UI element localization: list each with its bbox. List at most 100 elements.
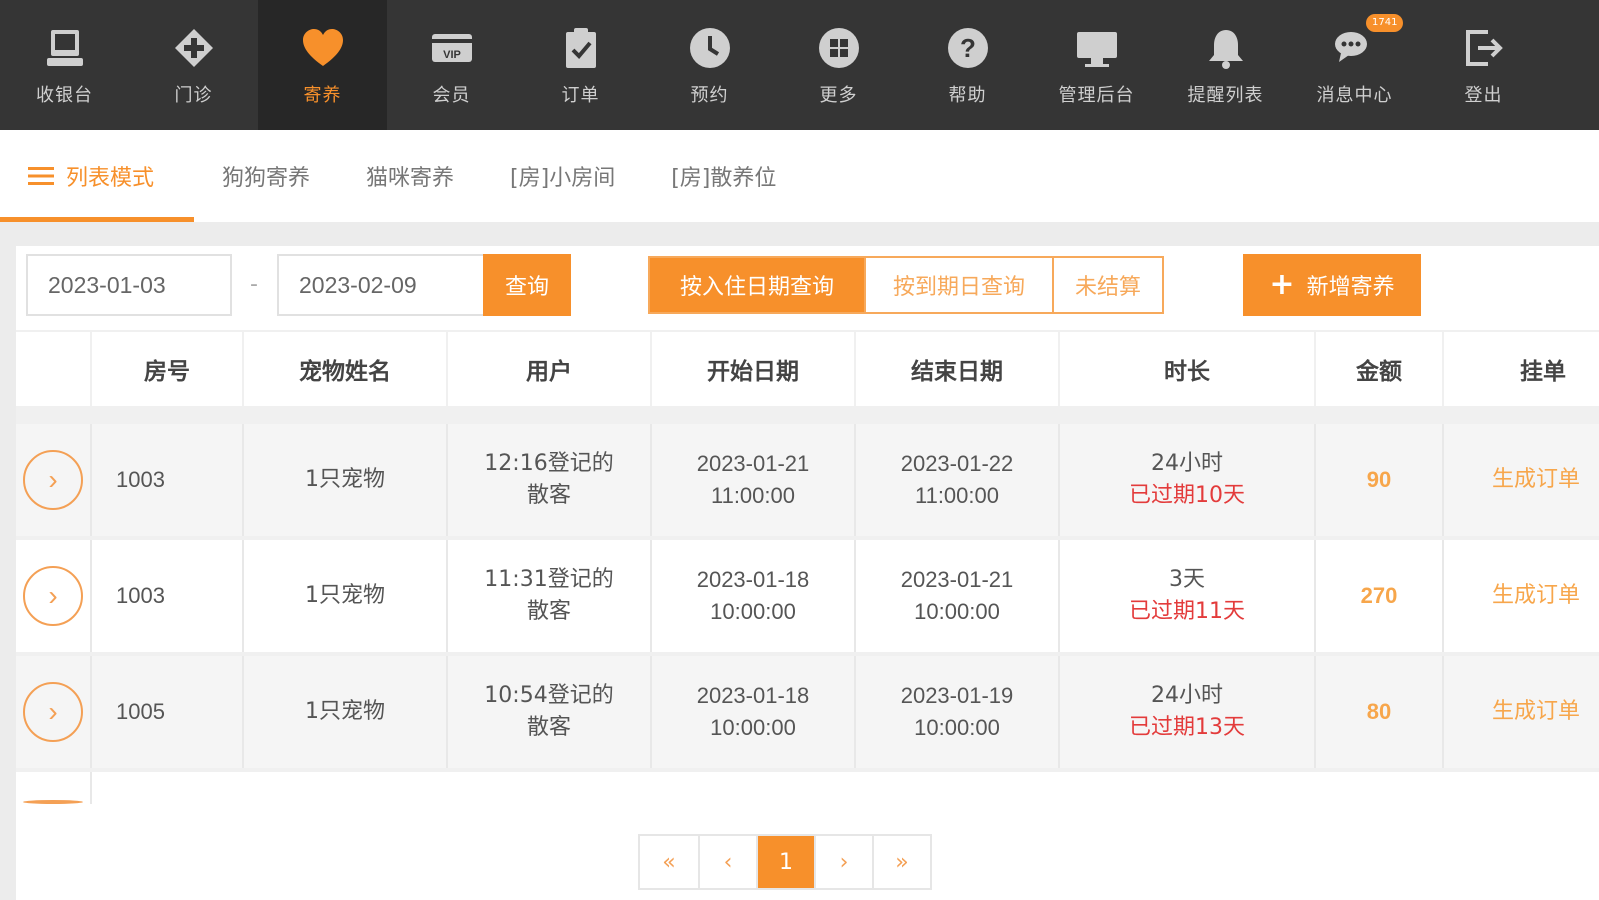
- expand-cell: ›: [16, 424, 92, 536]
- page-number-current[interactable]: 1: [756, 836, 814, 888]
- end-date-cell: 2023-01-22 11:00:00: [856, 424, 1060, 536]
- plus-icon: +: [1269, 267, 1295, 302]
- message-count-badge: 1741: [1366, 14, 1404, 32]
- start-time: 10:00:00: [710, 715, 796, 740]
- query-button[interactable]: 查询: [483, 254, 571, 316]
- end-date-cell: 2023-01-21 10:00:00: [856, 540, 1060, 652]
- expired-status: 已过期11天: [1129, 599, 1245, 624]
- boarding-list-panel: 2023-01-03 - 2023-02-09 查询 按入住日期查询 按到期日查…: [16, 246, 1599, 900]
- pet-name: 1只宠物: [244, 540, 448, 652]
- last-page-button[interactable]: »: [872, 836, 930, 888]
- expand-cell: ›: [16, 540, 92, 652]
- expand-row-icon[interactable]: ›: [23, 450, 83, 510]
- nav-item-logout[interactable]: 登出: [1419, 0, 1548, 130]
- svg-text:VIP: VIP: [443, 49, 461, 61]
- column-header-amount: 金额: [1316, 332, 1444, 406]
- end-time: 10:00:00: [914, 715, 1000, 740]
- start-date-input[interactable]: 2023-01-03: [26, 254, 232, 316]
- room-number: 1005: [92, 656, 244, 768]
- tab-cat-boarding[interactable]: 猫咪寄养: [338, 130, 482, 222]
- amount: 80: [1316, 656, 1444, 768]
- nav-item-clipboard[interactable]: 订单: [516, 0, 645, 130]
- nav-item-chat[interactable]: 消息中心 1741: [1290, 0, 1419, 130]
- end-date-input[interactable]: 2023-02-09: [277, 254, 487, 316]
- column-header-pet-name: 宠物姓名: [244, 332, 448, 406]
- pet-name: 1只宠物: [244, 656, 448, 768]
- pagination: « ‹ 1 › »: [638, 834, 932, 890]
- start-time: 10:00:00: [710, 599, 796, 624]
- nav-item-grid[interactable]: 更多: [774, 0, 903, 130]
- tab-label: [房]小房间: [510, 166, 616, 191]
- tab-label: 列表模式: [66, 166, 155, 191]
- user-cell: 10:54登记的 散客: [448, 656, 652, 768]
- end-time: 11:00:00: [914, 483, 999, 508]
- user-cell: 11:31登记的 散客: [448, 540, 652, 652]
- help-icon: ?: [943, 23, 993, 73]
- tab-free-range[interactable]: [房]散养位: [643, 130, 804, 222]
- nav-label: 订单: [561, 85, 600, 106]
- generate-order-link[interactable]: 生成订单: [1444, 540, 1599, 652]
- nav-item-vip-card[interactable]: VIP 会员: [387, 0, 516, 130]
- duration-cell: 24小时 已过期13天: [1060, 656, 1316, 768]
- generate-order-link[interactable]: 生成订单: [1444, 424, 1599, 536]
- start-date: 2023-01-18: [696, 683, 810, 708]
- logout-icon: [1459, 23, 1509, 73]
- amount: 270: [1316, 540, 1444, 652]
- pet-name: 1只宠物: [244, 424, 448, 536]
- nav-label: 会员: [432, 85, 471, 106]
- clock-icon: [685, 23, 735, 73]
- vip-card-icon: VIP: [427, 23, 477, 73]
- generate-order-link[interactable]: 生成订单: [1444, 656, 1599, 768]
- column-header-user: 用户: [448, 332, 652, 406]
- first-page-button[interactable]: «: [640, 836, 698, 888]
- nav-item-clinic-cross[interactable]: 门诊: [129, 0, 258, 130]
- nav-item-clock[interactable]: 预约: [645, 0, 774, 130]
- user-register-time: 12:16登记的: [484, 451, 614, 476]
- end-time: 10:00:00: [914, 599, 1000, 624]
- expand-cell: ›: [16, 656, 92, 768]
- nav-item-help[interactable]: ? 帮助: [903, 0, 1032, 130]
- tab-small-room[interactable]: [房]小房间: [482, 130, 643, 222]
- expand-row-icon[interactable]: [23, 800, 83, 804]
- nav-item-heart[interactable]: 寄养: [258, 0, 387, 130]
- tab-list-mode[interactable]: 列表模式: [0, 130, 194, 222]
- user-type: 散客: [526, 715, 571, 740]
- by-checkin-date-button[interactable]: 按入住日期查询: [650, 258, 864, 312]
- room-number: 1003: [92, 540, 244, 652]
- by-due-date-button[interactable]: 按到期日查询: [864, 258, 1052, 312]
- start-date: 2023-01-18: [696, 567, 810, 592]
- tab-label: 猫咪寄养: [366, 166, 455, 191]
- user-type: 散客: [526, 599, 571, 624]
- table-row-partial: [16, 772, 1599, 804]
- start-date-cell: 2023-01-18 10:00:00: [652, 656, 856, 768]
- unsettled-button[interactable]: 未结算: [1052, 258, 1162, 312]
- nav-label: 帮助: [948, 85, 987, 106]
- tab-label: 狗狗寄养: [222, 166, 311, 191]
- next-page-button[interactable]: ›: [814, 836, 872, 888]
- clinic-cross-icon: [169, 23, 219, 73]
- column-header: [16, 332, 92, 406]
- nav-item-cashier[interactable]: 收银台: [0, 0, 129, 130]
- tab-dog-boarding[interactable]: 狗狗寄养: [194, 130, 338, 222]
- room-number: 1003: [92, 424, 244, 536]
- nav-label: 提醒列表: [1187, 85, 1264, 106]
- nav-item-monitor[interactable]: 管理后台: [1032, 0, 1161, 130]
- cashier-icon: [40, 23, 90, 73]
- user-register-time: 10:54登记的: [484, 683, 614, 708]
- start-time: 11:00:00: [710, 483, 795, 508]
- expand-row-icon[interactable]: ›: [23, 566, 83, 626]
- table-row: › 1003 1只宠物 12:16登记的 散客 2023-01-21 11:00:00 202…: [16, 424, 1599, 540]
- grid-icon: [814, 23, 864, 73]
- nav-item-bell[interactable]: 提醒列表: [1161, 0, 1290, 130]
- add-boarding-button[interactable]: + 新增寄养: [1243, 254, 1421, 316]
- add-boarding-label: 新增寄养: [1306, 275, 1395, 300]
- column-header-end-date: 结束日期: [856, 332, 1060, 406]
- prev-page-button[interactable]: ‹: [698, 836, 756, 888]
- top-navigation: 收银台 门诊 寄养 VIP 会员 订单 预约 更多? 帮助 管理后台 提醒列表 消息中心 1741 登出: [0, 0, 1599, 130]
- start-date-cell: 2023-01-21 11:00:00: [652, 424, 856, 536]
- duration-cell: 24小时 已过期10天: [1060, 424, 1316, 536]
- expand-row-icon[interactable]: ›: [23, 682, 83, 742]
- duration: 3天: [1169, 567, 1205, 592]
- column-header-duration: 时长: [1060, 332, 1316, 406]
- end-date: 2023-01-22: [900, 451, 1014, 476]
